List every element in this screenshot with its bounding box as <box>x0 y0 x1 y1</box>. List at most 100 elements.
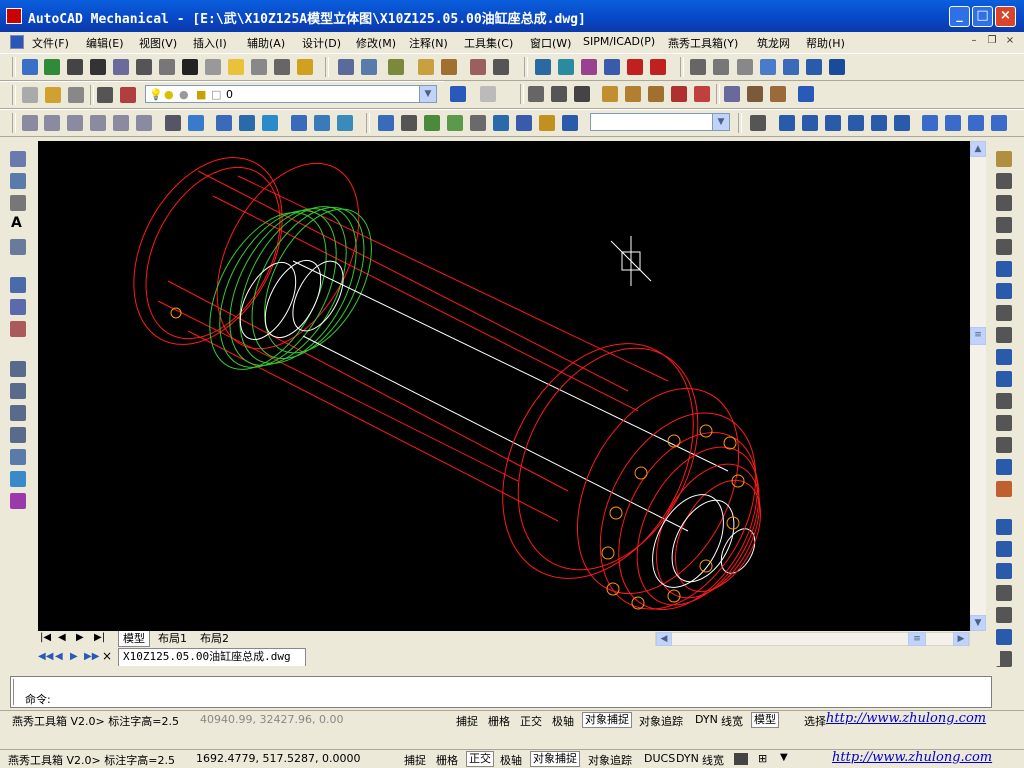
tray-icon[interactable] <box>734 753 748 765</box>
extend-icon[interactable] <box>996 371 1012 387</box>
scale-icon[interactable] <box>996 305 1012 321</box>
interfere-icon[interactable] <box>262 115 278 131</box>
torus-icon[interactable] <box>136 115 152 131</box>
maximize-button[interactable]: □ <box>972 6 993 27</box>
ortho-toggle[interactable]: 正交 <box>518 713 544 729</box>
tab-layout1[interactable]: 布局1 <box>154 631 191 646</box>
abc-icon[interactable] <box>205 59 221 75</box>
named-views-icon[interactable] <box>750 115 766 131</box>
close-button[interactable]: × <box>995 6 1016 27</box>
arc-icon[interactable] <box>996 629 1012 645</box>
fly-icon[interactable] <box>516 115 532 131</box>
grid-toggle-2[interactable]: 栅格 <box>434 752 460 768</box>
walk-icon[interactable] <box>493 115 509 131</box>
doc-tab-active[interactable]: X10Z125.05.00油缸座总成.dwg <box>118 648 306 666</box>
sidebar-tool-7-icon[interactable] <box>10 493 26 509</box>
model-toggle[interactable]: 模型 <box>751 712 779 728</box>
dyn-toggle-2[interactable]: DYN <box>674 752 701 765</box>
tab-prev-icon[interactable]: ◀ <box>58 632 66 643</box>
cone-icon[interactable] <box>90 115 106 131</box>
tool-g-icon[interactable] <box>671 86 687 102</box>
orbit-icon[interactable] <box>424 115 440 131</box>
tree-icon[interactable] <box>251 59 267 75</box>
screen-icon[interactable] <box>535 59 551 75</box>
doc-first-icon[interactable]: ◀◀ <box>38 651 53 662</box>
lineweight-toggle-2[interactable]: 线宽 <box>700 752 726 768</box>
layer-dropdown[interactable]: 💡 ● ● ■ □ 0 ▼ <box>145 85 437 103</box>
se-iso-icon[interactable] <box>945 115 961 131</box>
dimension-icon[interactable] <box>274 59 290 75</box>
chevron-down-icon[interactable]: ▼ <box>712 114 729 130</box>
layer-walk-icon[interactable] <box>120 87 136 103</box>
doc-restore-button[interactable]: ❐ <box>985 35 999 48</box>
osnap-toggle[interactable]: 对象捕捉 <box>582 712 632 728</box>
tab-model[interactable]: 模型 <box>118 631 150 647</box>
section-icon[interactable] <box>239 115 255 131</box>
zhulong-link-2[interactable]: http://www.zhulong.com <box>832 750 992 765</box>
menu-window[interactable]: 窗口(W) <box>530 35 571 51</box>
open-icon[interactable] <box>44 59 60 75</box>
grid-toggle[interactable]: 栅格 <box>486 713 512 729</box>
tool-f-icon[interactable] <box>648 86 664 102</box>
ne-iso-icon[interactable] <box>968 115 984 131</box>
menu-annotate[interactable]: 注释(N) <box>409 35 448 51</box>
dim-linear-icon[interactable] <box>10 277 26 293</box>
dyn-toggle[interactable]: DYN <box>693 713 720 726</box>
tool-j-icon[interactable] <box>747 86 763 102</box>
tab-layout2[interactable]: 布局2 <box>196 631 233 646</box>
spellcheck-icon[interactable] <box>113 59 129 75</box>
monitor-icon[interactable] <box>558 59 574 75</box>
line-icon[interactable] <box>996 519 1012 535</box>
break-icon[interactable] <box>996 393 1012 409</box>
help-icon[interactable] <box>297 59 313 75</box>
tool-b-icon[interactable] <box>551 86 567 102</box>
sidebar-tool-2-icon[interactable] <box>10 383 26 399</box>
cube-icon[interactable] <box>806 59 822 75</box>
menu-help[interactable]: 帮助(H) <box>806 35 845 51</box>
construction-line-icon[interactable] <box>996 541 1012 557</box>
offset-icon[interactable] <box>996 217 1012 233</box>
sphere-solid-icon[interactable] <box>44 115 60 131</box>
osnap-toggle-2[interactable]: 对象捕捉 <box>530 751 580 767</box>
match-icon[interactable] <box>441 59 457 75</box>
lock-toolbar-icon[interactable]: ⊞ <box>758 752 767 765</box>
scroll-left-icon[interactable]: ◀ <box>656 632 672 646</box>
undo-icon[interactable] <box>450 86 466 102</box>
folder-icon[interactable] <box>228 59 244 75</box>
polyline-icon[interactable] <box>996 563 1012 579</box>
zhulong-link[interactable]: http://www.zhulong.com <box>826 711 986 726</box>
solid-icon[interactable] <box>760 59 776 75</box>
zoom-window-icon[interactable] <box>401 115 417 131</box>
menu-assist[interactable]: 辅助(A) <box>247 35 285 51</box>
coordinate-readout-2[interactable]: 1692.4779, 517.5287, 0.0000 <box>196 752 360 765</box>
right-view-icon[interactable] <box>848 115 864 131</box>
doc-close-button[interactable]: × <box>1003 35 1017 48</box>
red-box-icon[interactable] <box>650 59 666 75</box>
tab-first-icon[interactable]: |◀ <box>40 632 51 643</box>
qnew-icon[interactable] <box>22 59 38 75</box>
chevron-down-icon[interactable]: ▼ <box>419 86 436 102</box>
help-question-icon[interactable] <box>798 86 814 102</box>
snap-toggle-2[interactable]: 捕捉 <box>402 752 428 768</box>
erase-icon[interactable] <box>182 59 198 75</box>
sidebar-tool-4-icon[interactable] <box>10 427 26 443</box>
explode-icon[interactable] <box>996 481 1012 497</box>
hscroll-thumb[interactable]: ≡ <box>908 632 926 646</box>
view-icon[interactable] <box>690 59 706 75</box>
left-view-icon[interactable] <box>825 115 841 131</box>
tab-next-icon[interactable]: ▶ <box>76 632 84 643</box>
polygon-icon[interactable] <box>996 585 1012 601</box>
ortho-toggle-2[interactable]: 正交 <box>466 751 494 767</box>
camera-icon[interactable] <box>447 115 463 131</box>
array-icon[interactable] <box>996 239 1012 255</box>
text-icon[interactable]: A <box>11 215 22 231</box>
move-icon[interactable] <box>996 261 1012 277</box>
coordinate-readout[interactable]: 40940.99, 32427.96, 0.00 <box>200 713 343 726</box>
chamfer-icon[interactable] <box>996 437 1012 453</box>
join-icon[interactable] <box>996 415 1012 431</box>
save-icon[interactable] <box>90 59 106 75</box>
minimize-button[interactable]: _ <box>949 6 970 27</box>
menu-zhulong[interactable]: 筑龙网 <box>757 35 790 51</box>
tool-c-icon[interactable] <box>574 86 590 102</box>
tool-a-icon[interactable] <box>528 86 544 102</box>
